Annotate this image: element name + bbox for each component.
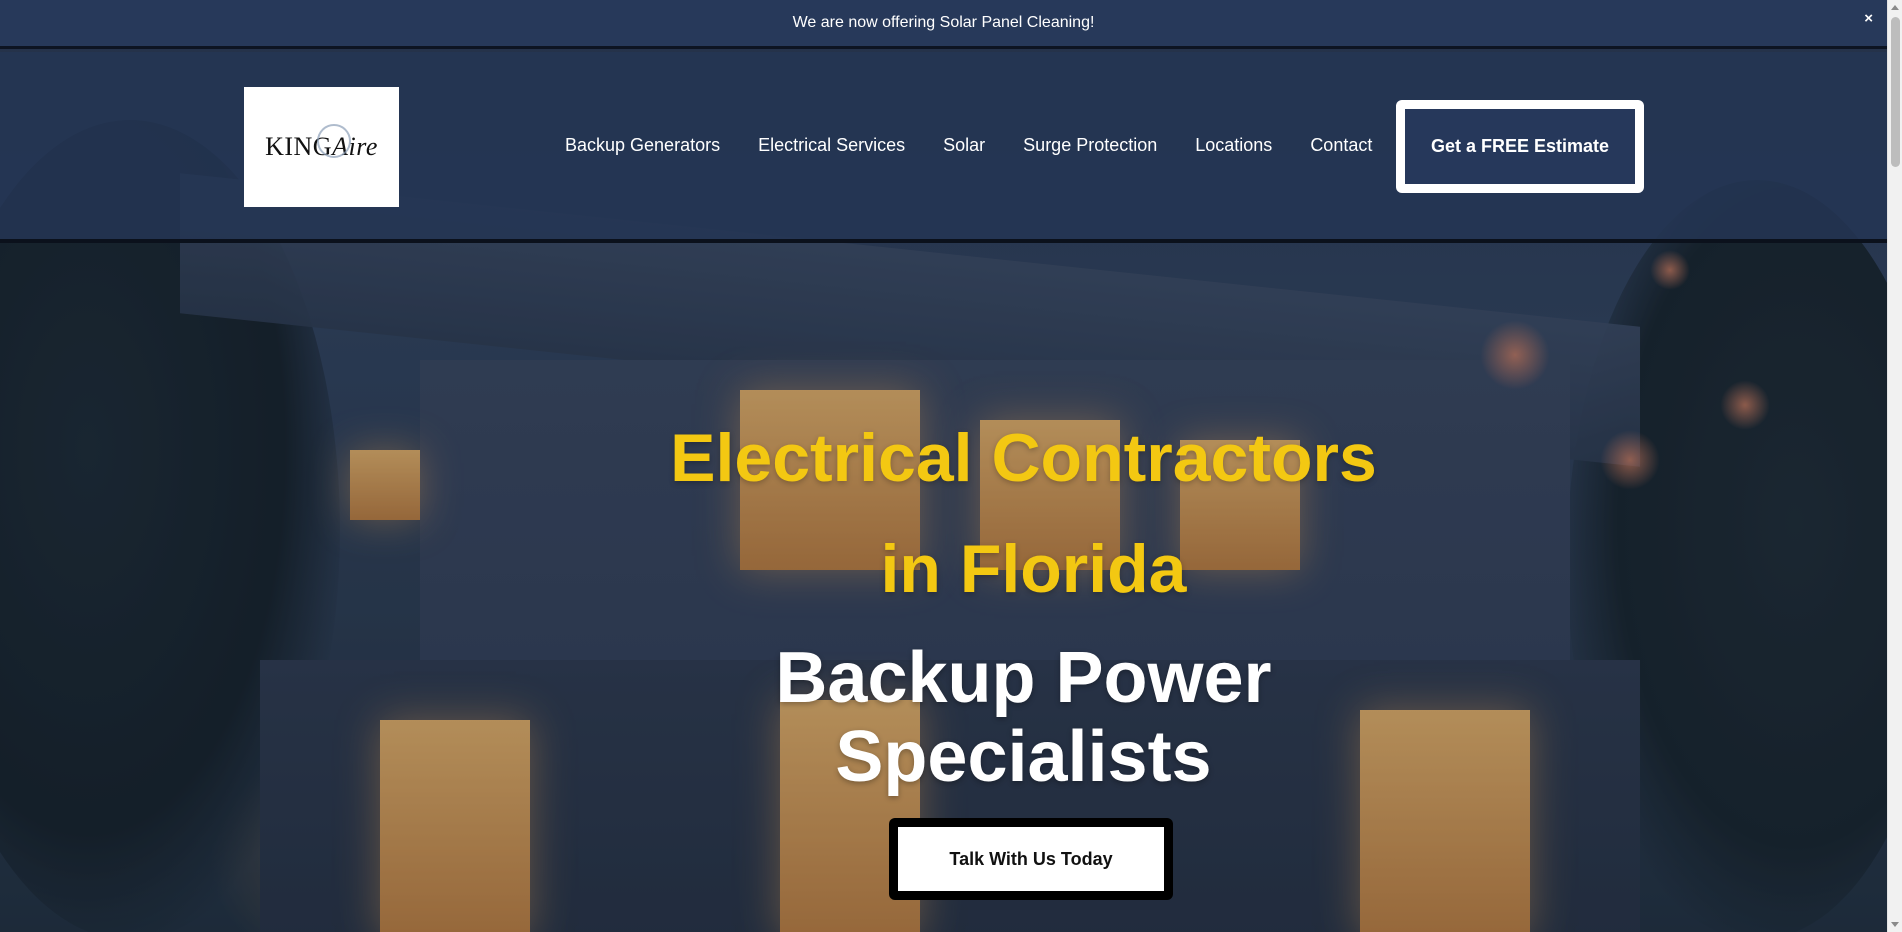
nav-item-locations[interactable]: Locations [1195, 135, 1272, 156]
free-estimate-button-frame: Get a FREE Estimate [1396, 100, 1644, 193]
nav-item-electrical-services[interactable]: Electrical Services [758, 135, 905, 156]
announcement-text: We are now offering Solar Panel Cleaning… [792, 14, 1095, 31]
page-scrollbar[interactable] [1887, 0, 1902, 932]
talk-with-us-button-frame: Talk With Us Today [889, 818, 1173, 900]
close-icon[interactable]: × [1864, 10, 1873, 27]
talk-with-us-button[interactable]: Talk With Us Today [898, 827, 1164, 891]
nav-item-contact[interactable]: Contact [1310, 135, 1372, 156]
scroll-down-arrow-icon[interactable] [1891, 922, 1899, 927]
site-header: KINGAire Backup Generators Electrical Se… [0, 52, 1887, 243]
scrollbar-thumb[interactable] [1891, 17, 1900, 167]
logo[interactable]: KINGAire [244, 87, 399, 207]
nav-item-solar[interactable]: Solar [943, 135, 985, 156]
free-estimate-button[interactable]: Get a FREE Estimate [1405, 109, 1635, 184]
logo-ring-icon [317, 124, 352, 158]
main-nav: Backup Generators Electrical Services So… [565, 52, 1372, 239]
announcement-bar: We are now offering Solar Panel Cleaning… [0, 0, 1887, 49]
scroll-up-arrow-icon[interactable] [1891, 5, 1899, 10]
logo-wordmark: KINGAire [265, 124, 378, 162]
nav-item-backup-generators[interactable]: Backup Generators [565, 135, 720, 156]
nav-item-surge-protection[interactable]: Surge Protection [1023, 135, 1157, 156]
